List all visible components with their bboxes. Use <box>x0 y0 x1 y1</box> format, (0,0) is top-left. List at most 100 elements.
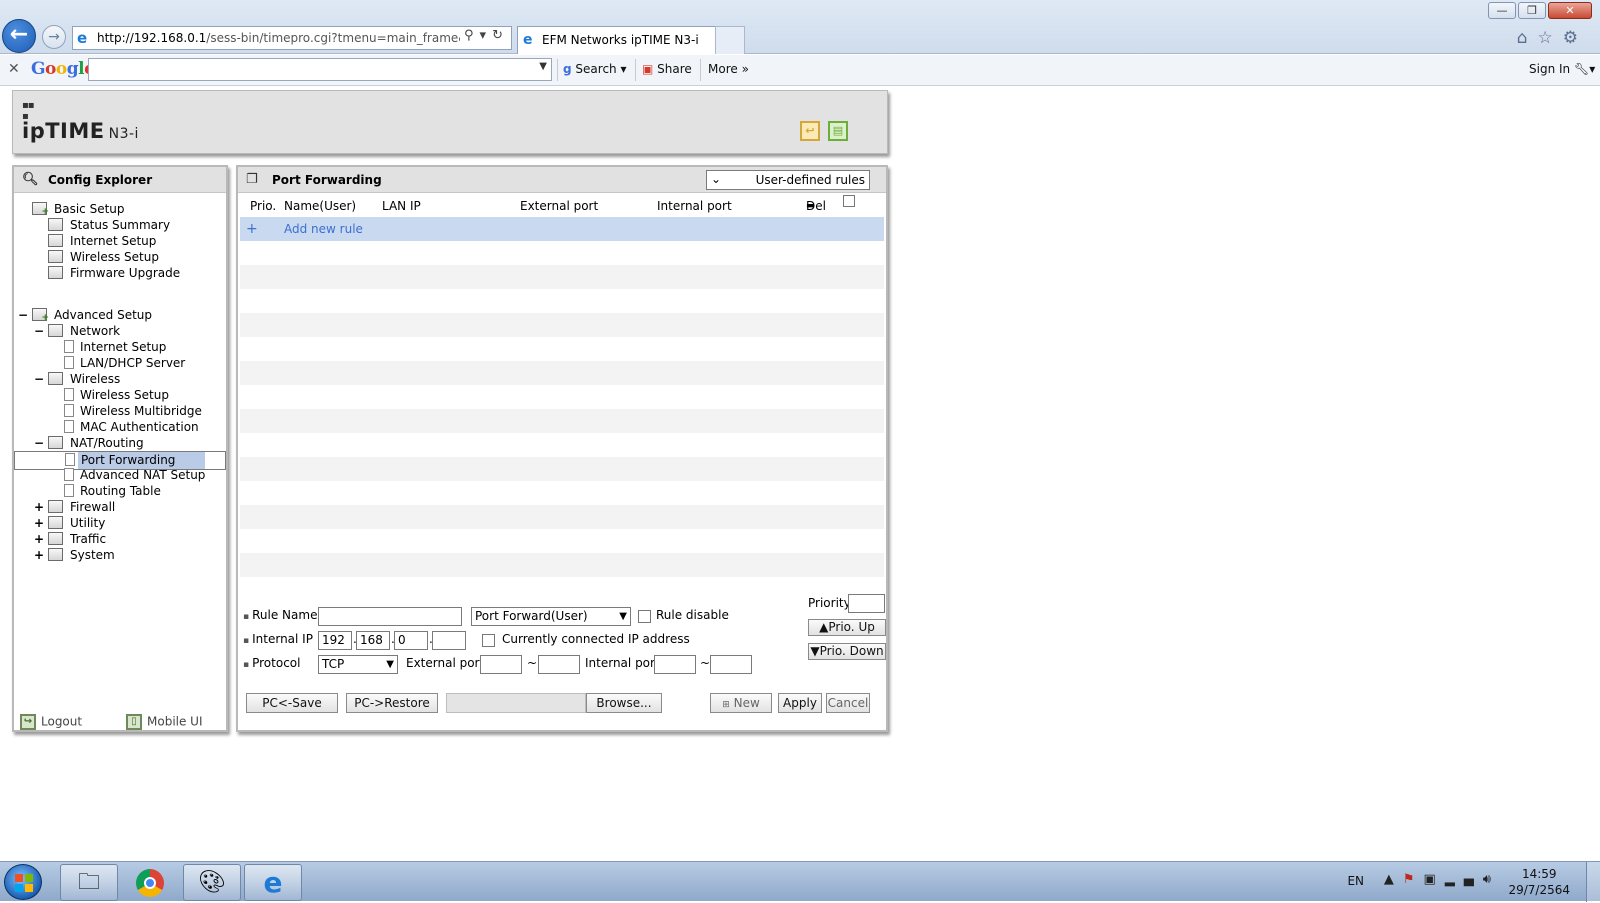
search-icon[interactable]: ⚲ <box>464 28 480 43</box>
external-port-start-input[interactable] <box>480 655 522 674</box>
sidebar-item[interactable]: + System <box>14 547 226 563</box>
page-icon <box>64 484 74 497</box>
network-signal-icon[interactable]: ▂▄ <box>1445 872 1483 887</box>
rule-type-select[interactable]: Port Forward(User) ▼ <box>471 607 631 626</box>
favorites-star-icon[interactable]: ☆ <box>1538 28 1563 48</box>
flag-alert-icon[interactable]: ⚑ <box>1403 872 1424 887</box>
clock[interactable]: 14:59 29/7/2564 <box>1508 866 1570 898</box>
sidebar-item[interactable]: − Wireless <box>14 371 226 387</box>
sidebar-item[interactable]: LAN/DHCP Server <box>14 355 226 371</box>
rule-name-input[interactable] <box>318 607 462 626</box>
expand-icon[interactable]: + <box>34 547 44 563</box>
internal-ip-octet-4[interactable] <box>432 631 466 650</box>
table-row <box>240 385 884 409</box>
forward-arrow-icon[interactable]: → <box>42 25 66 49</box>
add-new-rule-link[interactable]: Add new rule <box>284 217 363 241</box>
prio-down-button[interactable]: ▼Prio. Down <box>808 643 886 660</box>
show-desktop-button[interactable] <box>1586 862 1600 902</box>
sidebar-item[interactable]: Internet Setup <box>14 233 226 249</box>
priority-input[interactable] <box>848 594 885 613</box>
back-arrow-icon[interactable]: ← <box>2 19 36 53</box>
expand-icon[interactable]: + <box>34 499 44 515</box>
apply-button[interactable]: Apply <box>778 693 822 713</box>
volume-icon[interactable]: 🔊︎ <box>1483 872 1500 887</box>
logout-link[interactable]: ↪ Logout <box>20 714 82 730</box>
home-icon[interactable]: ⌂ <box>1517 28 1538 48</box>
wrench-icon[interactable]: 🔧︎▾ <box>1574 62 1595 76</box>
sidebar-item[interactable]: − NAT/Routing <box>14 435 226 451</box>
signin-link[interactable]: Sign In <box>1529 62 1570 76</box>
google-search-input[interactable]: ▼ <box>88 58 552 81</box>
pc-save-button[interactable]: PC<-Save <box>246 693 338 713</box>
internal-port-end-input[interactable] <box>710 655 752 674</box>
internal-ip-octet-2[interactable]: 168 <box>356 631 390 650</box>
browser-tab[interactable]: e EFM Networks ipTIME N3-i ✕ <box>517 26 744 54</box>
collapse-icon[interactable]: − <box>34 435 44 451</box>
internal-port-start-input[interactable] <box>654 655 696 674</box>
restore-button[interactable]: ❐ <box>1518 2 1546 19</box>
sidebar-item[interactable]: Advanced NAT Setup <box>14 467 226 483</box>
sidebar-item[interactable]: + Basic Setup <box>14 201 226 217</box>
minimize-button[interactable]: — <box>1488 2 1516 19</box>
system-tray: EN ▲⚑▣▂▄🔊︎ 14:59 29/7/2564 <box>1300 862 1600 902</box>
prio-up-button[interactable]: ▲Prio. Up <box>808 619 886 636</box>
protocol-select[interactable]: TCP ▼ <box>318 655 398 674</box>
add-new-rule-row[interactable]: + Add new rule <box>240 217 884 241</box>
new-tab-button[interactable] <box>715 26 745 54</box>
sidebar-item[interactable]: − + Advanced Setup <box>14 307 226 323</box>
sidebar-item[interactable]: + Utility <box>14 515 226 531</box>
rules-filter-select[interactable]: ⌄ User-defined rules <box>706 170 870 190</box>
rule-disable-checkbox[interactable] <box>638 610 651 623</box>
save-disk-icon[interactable]: ▤ <box>828 121 848 141</box>
connected-ip-checkbox[interactable] <box>482 634 495 647</box>
restart-icon[interactable]: ↩ <box>800 121 820 141</box>
close-toolbar-icon[interactable]: ✕ <box>8 61 20 77</box>
collapse-icon[interactable]: − <box>18 307 28 323</box>
close-window-button[interactable]: ✕ <box>1548 2 1592 19</box>
config-explorer-panel: 🔍︎ Config Explorer + Basic Setup Status Su… <box>12 165 228 732</box>
sidebar-item[interactable]: Internet Setup <box>14 339 226 355</box>
paint-icon[interactable]: 🎨︎ <box>183 864 241 901</box>
chrome-icon[interactable] <box>121 864 179 901</box>
gear-icon[interactable]: ⚙ <box>1563 28 1588 48</box>
cancel-button[interactable]: Cancel <box>826 693 870 713</box>
file-path-field[interactable] <box>446 693 586 713</box>
toolbar-search-button[interactable]: g Search ▾ <box>563 62 627 76</box>
sidebar-item[interactable]: Firmware Upgrade <box>14 265 226 281</box>
mobile-ui-link[interactable]: ▯ Mobile UI <box>126 714 203 730</box>
sidebar-item[interactable]: Wireless Setup <box>14 387 226 403</box>
pc-restore-button[interactable]: PC->Restore <box>346 693 438 713</box>
chevron-down-icon[interactable]: ▼ <box>539 61 547 72</box>
refresh-icon[interactable]: ↻ <box>492 28 509 43</box>
sidebar-item[interactable]: Wireless Multibridge <box>14 403 226 419</box>
new-button[interactable]: ⊞ New <box>710 693 772 713</box>
expand-icon[interactable]: + <box>34 515 44 531</box>
sidebar-item[interactable]: + Firewall <box>14 499 226 515</box>
toolbar-more-button[interactable]: More » <box>708 62 749 76</box>
browse-button[interactable]: Browse... <box>586 693 662 713</box>
device-icon[interactable]: ▣ <box>1424 872 1445 887</box>
external-port-end-input[interactable] <box>538 655 580 674</box>
dropdown-icon[interactable]: ▾ <box>480 28 493 43</box>
language-indicator[interactable]: EN <box>1347 874 1364 888</box>
explorer-folder-icon[interactable]: 🗀︎ <box>60 864 118 901</box>
sidebar-item[interactable]: + Traffic <box>14 531 226 547</box>
internal-ip-octet-1[interactable]: 192 <box>318 631 352 650</box>
sidebar-item[interactable]: Routing Table <box>14 483 226 499</box>
sidebar-item[interactable]: Status Summary <box>14 217 226 233</box>
sidebar-item-label: Internet Setup <box>80 340 167 354</box>
internal-ip-octet-3[interactable]: 0 <box>394 631 428 650</box>
address-bar[interactable]: e http://192.168.0.1/sess-bin/timepro.cg… <box>72 26 512 50</box>
collapse-icon[interactable]: − <box>34 371 44 387</box>
start-button[interactable] <box>4 864 42 900</box>
internet-explorer-icon[interactable]: e <box>244 864 302 901</box>
sidebar-item[interactable]: − Network <box>14 323 226 339</box>
sidebar-item[interactable]: Wireless Setup <box>14 249 226 265</box>
sidebar-item-label: Firmware Upgrade <box>70 266 181 280</box>
connected-ip-label: Currently connected IP address <box>502 632 690 646</box>
tray-expand-icon[interactable]: ▲ <box>1384 872 1403 887</box>
toolbar-share-button[interactable]: ▣ Share <box>642 62 692 76</box>
expand-icon[interactable]: + <box>34 531 44 547</box>
collapse-icon[interactable]: − <box>34 323 44 339</box>
sidebar-item[interactable]: MAC Authentication <box>14 419 226 435</box>
